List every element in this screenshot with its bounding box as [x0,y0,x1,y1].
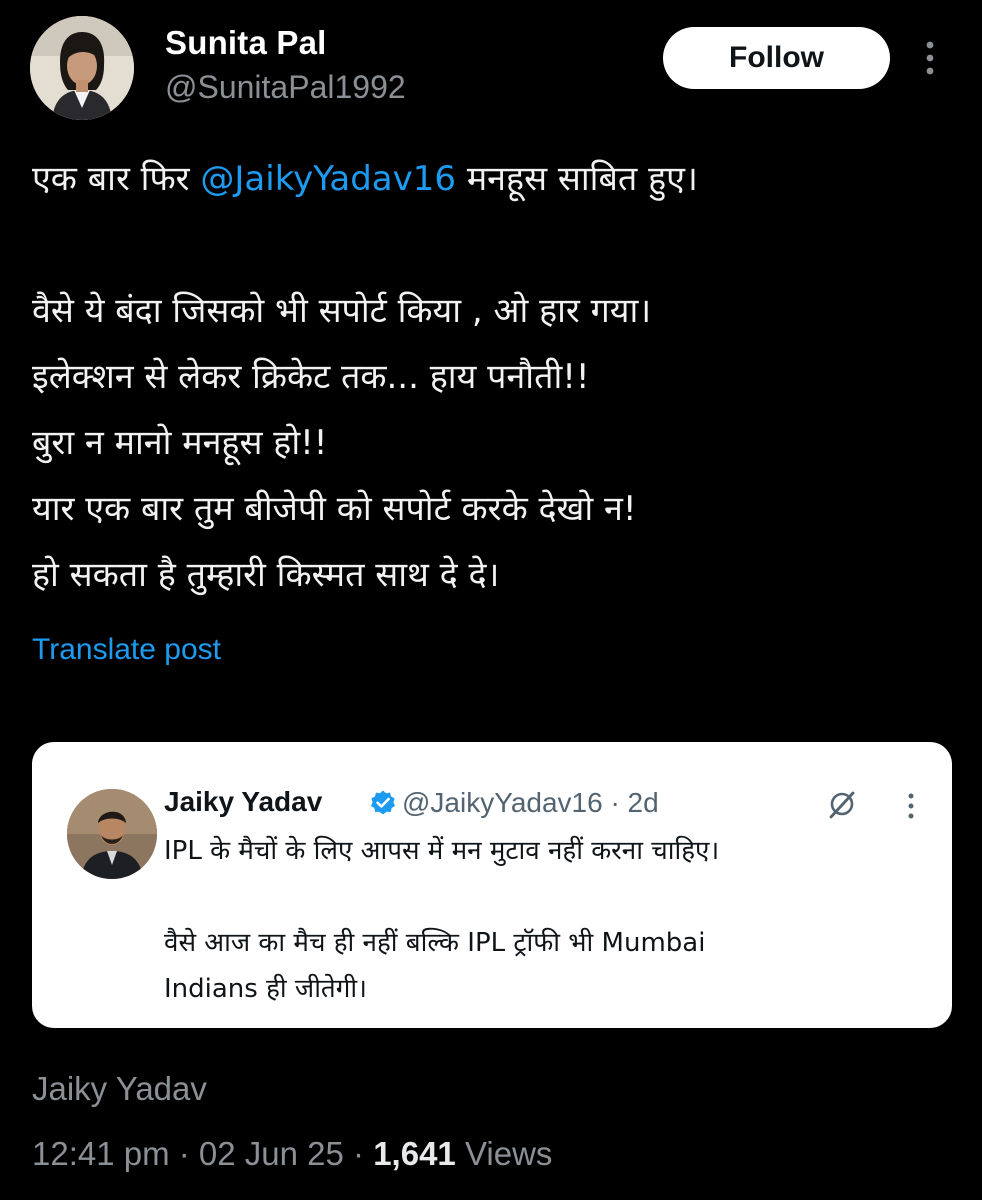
mention-link[interactable]: @JaikyYadav16 [200,159,456,199]
timestamp[interactable]: 12:41 pm · 02 Jun 25 · [32,1135,373,1172]
author-handle[interactable]: @SunitaPal1992 [165,69,406,106]
tweet-line: बुरा न मानो मनहूस हो!! [32,423,328,463]
grok-icon[interactable] [827,789,857,819]
tweet-text-segment: मनहूस साबित हुए। [456,159,698,199]
quoted-more-options-icon[interactable] [904,792,918,822]
quoted-line: वैसे आज का मैच ही नहीं बल्कि IPL ट्रॉफी … [164,928,706,958]
user-avatar-icon [67,789,157,879]
tweet-text: एक बार फिर @JaikyYadav16 मनहूस साबित हुए… [32,146,952,608]
follow-button[interactable]: Follow [663,27,890,89]
tweet-line: एक बार फिर @JaikyYadav16 मनहूस साबित हुए… [32,146,952,212]
quoted-tweet-text: IPL के मैचों के लिए आपस में मन मुटाव नही… [164,828,924,1012]
translate-post-link[interactable]: Translate post [32,633,221,667]
author-avatar[interactable] [30,16,134,120]
quoted-line: IPL के मैचों के लिए आपस में मन मुटाव नही… [164,836,720,866]
tweet-line: यार एक बार तुम बीजेपी को सपोर्ट करके देख… [32,489,637,529]
quoted-author-avatar[interactable] [67,789,157,879]
quoted-handle-time[interactable]: @JaikyYadav16 · 2d [402,787,659,819]
quoted-author-name[interactable]: Jaiky Yadav [164,786,322,818]
quoted-tweet-card[interactable]: Jaiky Yadav @JaikyYadav16 · 2d IPL के मै… [32,742,952,1028]
byline: Jaiky Yadav [32,1070,207,1107]
tweet-line: इलेक्शन से लेकर क्रिकेट तक... हाय पनौती!… [32,357,590,397]
tweet-line: वैसे ये बंदा जिसको भी सपोर्ट किया , ओ हा… [32,291,652,331]
quoted-line: Indians ही जीतेगी। [164,974,367,1004]
views-count: 1,641 [373,1135,456,1172]
tweet-text-segment: एक बार फिर [32,159,201,199]
tweet-line: हो सकता है तुम्हारी किस्मत साथ दे दे। [32,555,500,595]
verified-badge-icon [369,789,397,817]
more-options-icon[interactable] [917,38,943,78]
author-name[interactable]: Sunita Pal [165,24,327,62]
user-avatar-icon [30,16,134,120]
views-label: Views [455,1135,553,1172]
post-meta: 12:41 pm · 02 Jun 25 · 1,641 Views [32,1135,552,1173]
